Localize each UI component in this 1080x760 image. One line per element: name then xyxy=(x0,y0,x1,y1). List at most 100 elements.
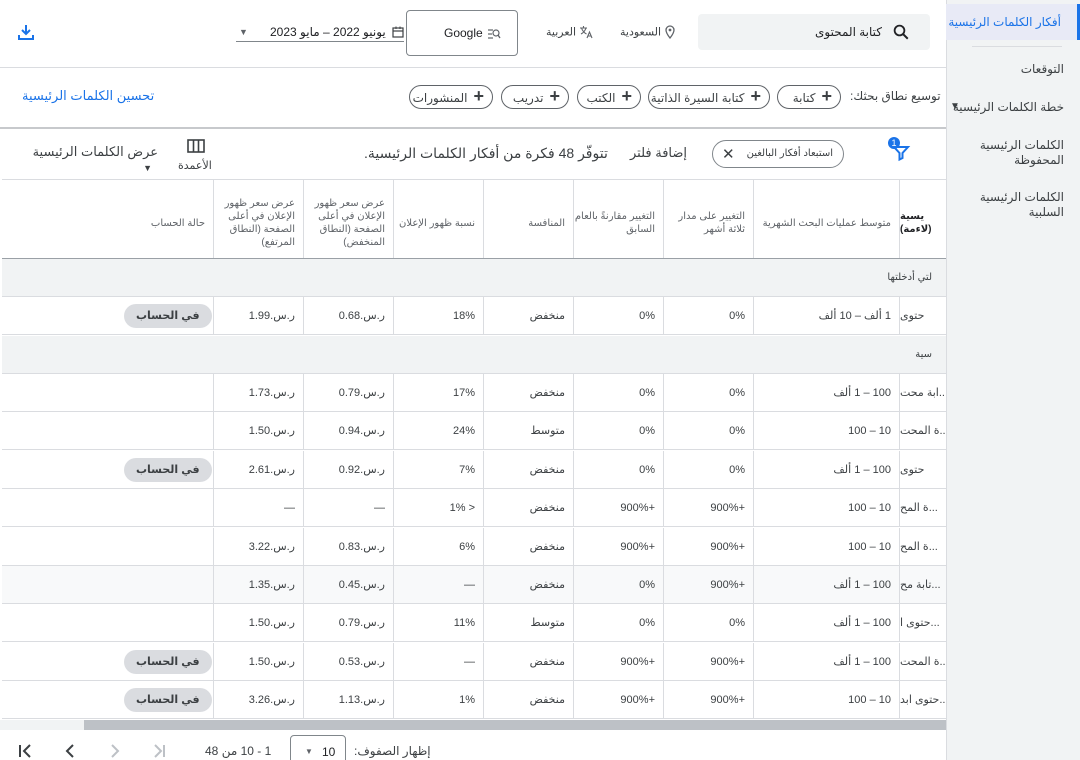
section-label: سية xyxy=(915,349,932,360)
table-row[interactable]: تابة مح... 100 – 1 ألف +900% 0% منخفض — ر.س.0.… xyxy=(2,566,946,604)
caret-down-icon: ▼ xyxy=(143,163,152,173)
next-page-icon[interactable] xyxy=(106,742,124,760)
first-page-icon[interactable] xyxy=(16,742,34,760)
cell-bid-high: ر.س.1.73 xyxy=(214,374,304,412)
cell-keyword[interactable]: ابة محت... xyxy=(900,374,946,412)
search-value: كتابة المحتوى xyxy=(815,25,882,39)
cell-bid-high: — xyxy=(214,489,304,528)
header-bid-high[interactable]: عرض سعر ظهور الإعلان في أعلى الصفحة (الن… xyxy=(214,180,304,258)
columns-button[interactable]: الأعمدة xyxy=(176,138,216,174)
table-row[interactable]: حتوى 1 ألف – 10 ألف 0% 0% منخفض 18% ر.س.0.68 ر.… xyxy=(2,297,946,335)
scrollbar-thumb[interactable] xyxy=(84,720,946,730)
search-input[interactable]: كتابة المحتوى xyxy=(698,14,930,50)
header-competition[interactable]: المنافسة xyxy=(484,180,574,258)
table-row[interactable]: حتوى 100 – 1 ألف 0% 0% منخفض 7% ر.س.0.92 ر.س.2.… xyxy=(2,450,946,489)
exclude-adult-chip[interactable]: استبعاد أفكار البالغين ✕ xyxy=(712,140,844,168)
main-content: كتابة المحتوى السعودية العربية Google ▼ … xyxy=(0,0,946,760)
cell-three-month: 0% xyxy=(664,450,754,489)
dropdown-arrow-icon: ▼ xyxy=(239,27,248,37)
language-selector[interactable]: العربية xyxy=(546,24,593,40)
table-row[interactable]: ة المحت...100 – 1 ألف+900%+900%منخفض—ر.س… xyxy=(2,642,946,681)
cell-bid-high: ر.س.1.50 xyxy=(214,412,304,451)
network-label: Google xyxy=(444,26,483,40)
cell-keyword[interactable]: حتوى ابد... xyxy=(900,681,946,719)
cell-bid-high: ر.س.2.61 xyxy=(214,450,304,489)
cell-bid-high: ر.س.3.22 xyxy=(214,527,304,566)
cell-impression-share: 11% xyxy=(394,604,484,643)
filter-button[interactable]: 1 xyxy=(888,137,914,163)
columns-icon xyxy=(187,139,205,153)
broaden-pill[interactable]: + تدريب xyxy=(501,85,569,109)
table-row[interactable]: حتوى ا... 100 – 1 ألف 0% 0% متوسط 11% ر.س.0.79… xyxy=(2,604,946,643)
cell-yoy: 0% xyxy=(574,297,664,335)
in-account-badge[interactable]: في الحساب xyxy=(124,457,212,482)
nav-item-keyword-plan[interactable]: خطة الكلمات الرئيسية ▼ xyxy=(946,100,1080,115)
nav-item-negative-keywords[interactable]: الكلمات الرئيسية السلبية xyxy=(946,190,1080,220)
cell-account-status xyxy=(2,566,214,604)
header-avg-monthly-searches[interactable]: متوسط عمليات البحث الشهرية xyxy=(754,180,900,258)
refine-keywords-link[interactable]: تحسين الكلمات الرئيسية xyxy=(22,88,154,104)
header-yoy-change[interactable]: التغيير مقارنةً بالعام السابق xyxy=(574,180,664,258)
cell-account-status: في الحساب xyxy=(2,450,214,489)
horizontal-scrollbar[interactable] xyxy=(0,720,946,730)
header-three-month-change[interactable]: التغيير على مدار ثلاثة أشهر xyxy=(664,180,754,258)
table-row[interactable]: ة المح... 10 – 100 +900% +900% منخفض 6% ر.س.0.… xyxy=(2,527,946,566)
date-range-selector[interactable]: ▼ يونيو 2022 – مايو 2023 xyxy=(236,24,404,42)
cell-keyword[interactable]: ة المح... xyxy=(900,489,946,527)
nav-item-keyword-ideas[interactable]: أفكار الكلمات الرئيسية xyxy=(946,4,1080,40)
table-row[interactable]: ة المح... 10 – 100 +900% +900% منخفض < 1% — — xyxy=(2,489,946,528)
previous-page-icon[interactable] xyxy=(61,742,79,760)
search-icon xyxy=(893,24,909,40)
header-keyword[interactable]: يسية (لاءمة) xyxy=(900,180,946,258)
table-row[interactable]: ابة محت...100 – 1 ألف0%0%منخفض17%ر.س.0.7… xyxy=(2,374,946,412)
cell-bid-low: ر.س.0.53 xyxy=(304,642,394,681)
section-row: سية xyxy=(2,336,946,374)
columns-label: الأعمدة xyxy=(178,160,212,172)
cell-keyword[interactable]: حتوى xyxy=(900,451,946,489)
nav-item-forecasts[interactable]: التوقعات xyxy=(946,62,1080,77)
cell-account-status: في الحساب xyxy=(2,681,214,720)
rows-per-page-select[interactable]: 10 ▼ xyxy=(290,735,346,760)
cell-keyword[interactable]: حتوى ا... xyxy=(900,604,946,642)
header-account-status[interactable]: حالة الحساب xyxy=(2,180,214,258)
cell-competition: منخفض xyxy=(484,450,574,489)
cell-keyword[interactable]: ة المح... xyxy=(900,528,946,566)
last-page-icon[interactable] xyxy=(150,742,168,760)
header-bid-low[interactable]: عرض سعر ظهور الإعلان في أعلى الصفحة (الن… xyxy=(304,180,394,258)
filter-count-badge: 1 xyxy=(888,137,900,149)
table-row[interactable]: حتوى ابد...10 – 100+900%+900%منخفض1%ر.س.… xyxy=(2,681,946,720)
in-account-badge[interactable]: في الحساب xyxy=(124,649,212,674)
broaden-pill[interactable]: + كتابة xyxy=(777,85,841,109)
section-label: لتي أدخلتها xyxy=(887,272,932,283)
cell-account-status xyxy=(2,527,214,566)
broaden-pill[interactable]: + كتابة السيرة الذاتية xyxy=(648,85,770,109)
cell-keyword[interactable]: حتوى xyxy=(900,297,946,335)
cell-keyword[interactable]: ة المحت... xyxy=(900,643,946,681)
in-account-badge[interactable]: في الحساب xyxy=(124,688,212,713)
cell-three-month: +900% xyxy=(664,489,754,528)
view-keywords-dropdown[interactable]: عرض الكلمات الرئيسية ▼ xyxy=(18,144,158,173)
cell-keyword[interactable]: ة المحت... xyxy=(900,412,946,450)
cell-avg-searches: 100 – 1 ألف xyxy=(754,374,900,412)
page-range: 1 - 10 من 48 xyxy=(205,744,272,758)
add-filter-button[interactable]: إضافة فلتر xyxy=(630,145,687,161)
cell-bid-high: ر.س.3.26 xyxy=(214,681,304,720)
cell-bid-low: — xyxy=(304,489,394,528)
cell-competition: منخفض xyxy=(484,489,574,528)
download-icon[interactable] xyxy=(17,23,35,41)
location-selector[interactable]: السعودية xyxy=(620,24,676,40)
nav-item-saved-keywords[interactable]: الكلمات الرئيسية المحفوظة xyxy=(946,138,1080,168)
cell-keyword[interactable]: تابة مح... xyxy=(900,566,946,604)
header-impression-share[interactable]: نسبة ظهور الإعلان xyxy=(394,180,484,258)
table-row[interactable]: ة المحت...10 – 1000%0%متوسط24%ر.س.0.94ر.… xyxy=(2,412,946,451)
cell-avg-searches: 1 ألف – 10 ألف xyxy=(754,297,900,335)
pill-label: كتابة xyxy=(792,91,816,105)
plus-icon: + xyxy=(821,86,832,106)
broaden-pill[interactable]: + الكتب xyxy=(577,85,641,109)
close-icon[interactable]: ✕ xyxy=(722,145,735,163)
in-account-badge[interactable]: في الحساب xyxy=(124,304,212,328)
rows-per-page-value: 10 xyxy=(322,745,336,759)
cell-bid-low: ر.س.0.68 xyxy=(304,297,394,335)
network-selector[interactable]: Google xyxy=(406,10,518,56)
broaden-pill[interactable]: + المنشورات xyxy=(409,85,493,109)
